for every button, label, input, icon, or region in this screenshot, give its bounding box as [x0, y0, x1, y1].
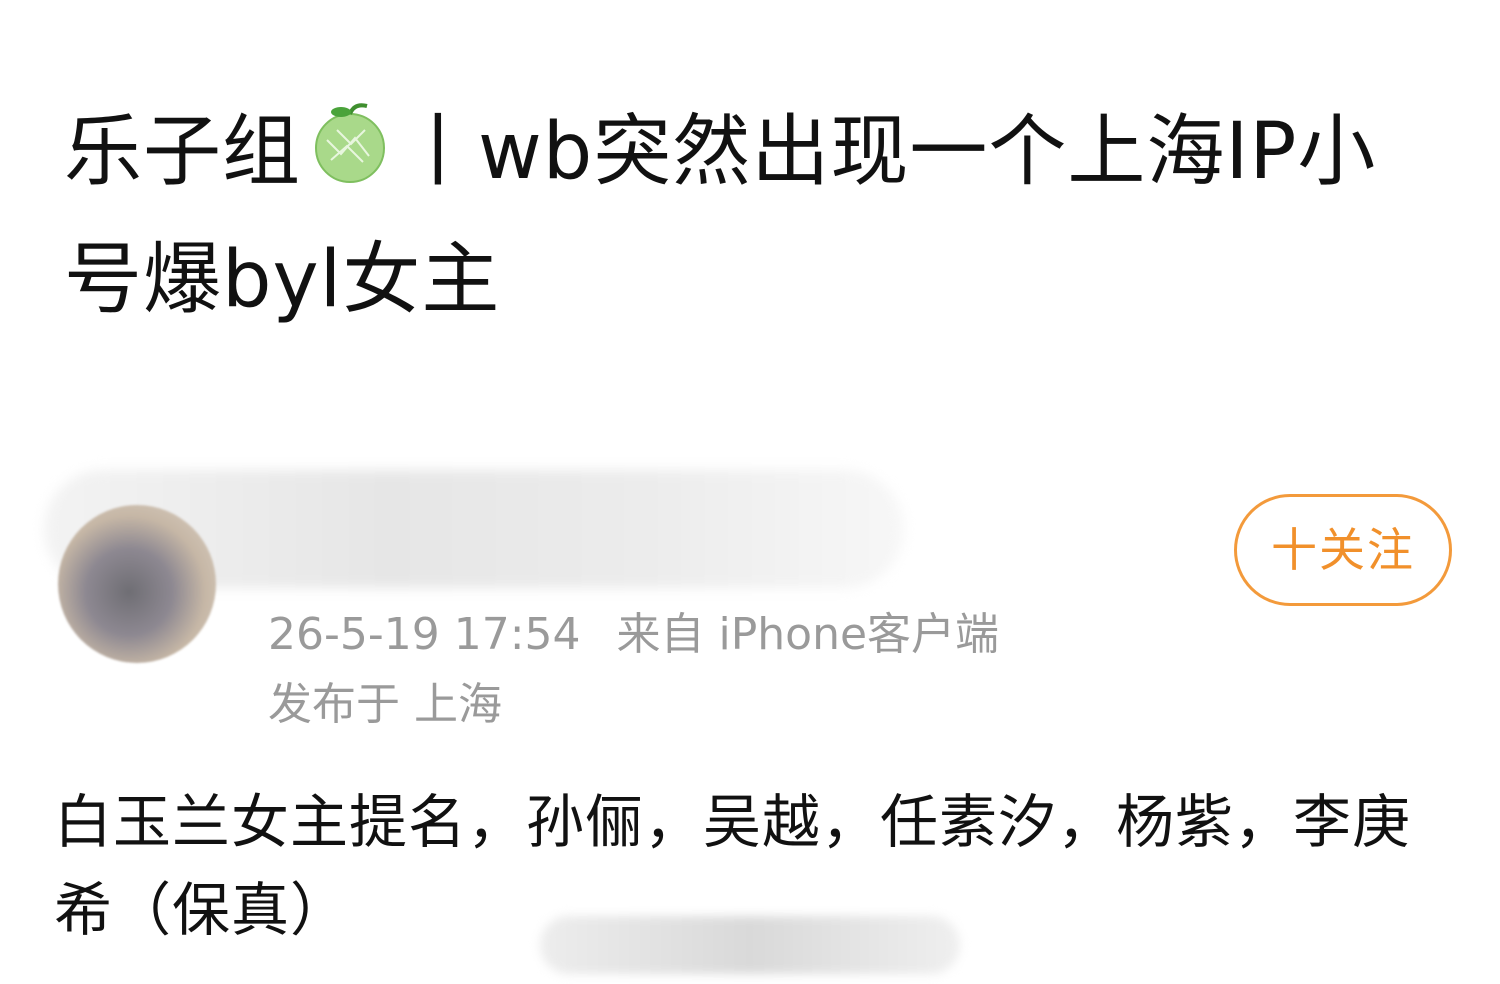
- title-prefix: 乐子组: [64, 107, 302, 197]
- post-meta-line: 26-5-19 17:54 来自 iPhone客户端: [268, 607, 999, 663]
- post-location: 发布于 上海: [268, 679, 502, 730]
- post-source: 来自 iPhone客户端: [616, 609, 1000, 660]
- follow-button[interactable]: 十关注: [1234, 494, 1452, 606]
- post-title: 乐子组 丨wb突然出现一个上海IP小号爆byl女主: [64, 88, 1444, 344]
- blurred-footer: [540, 916, 960, 974]
- melon-icon: [307, 96, 393, 183]
- avatar[interactable]: [58, 505, 216, 663]
- post-timestamp: 26-5-19 17:54: [268, 609, 581, 660]
